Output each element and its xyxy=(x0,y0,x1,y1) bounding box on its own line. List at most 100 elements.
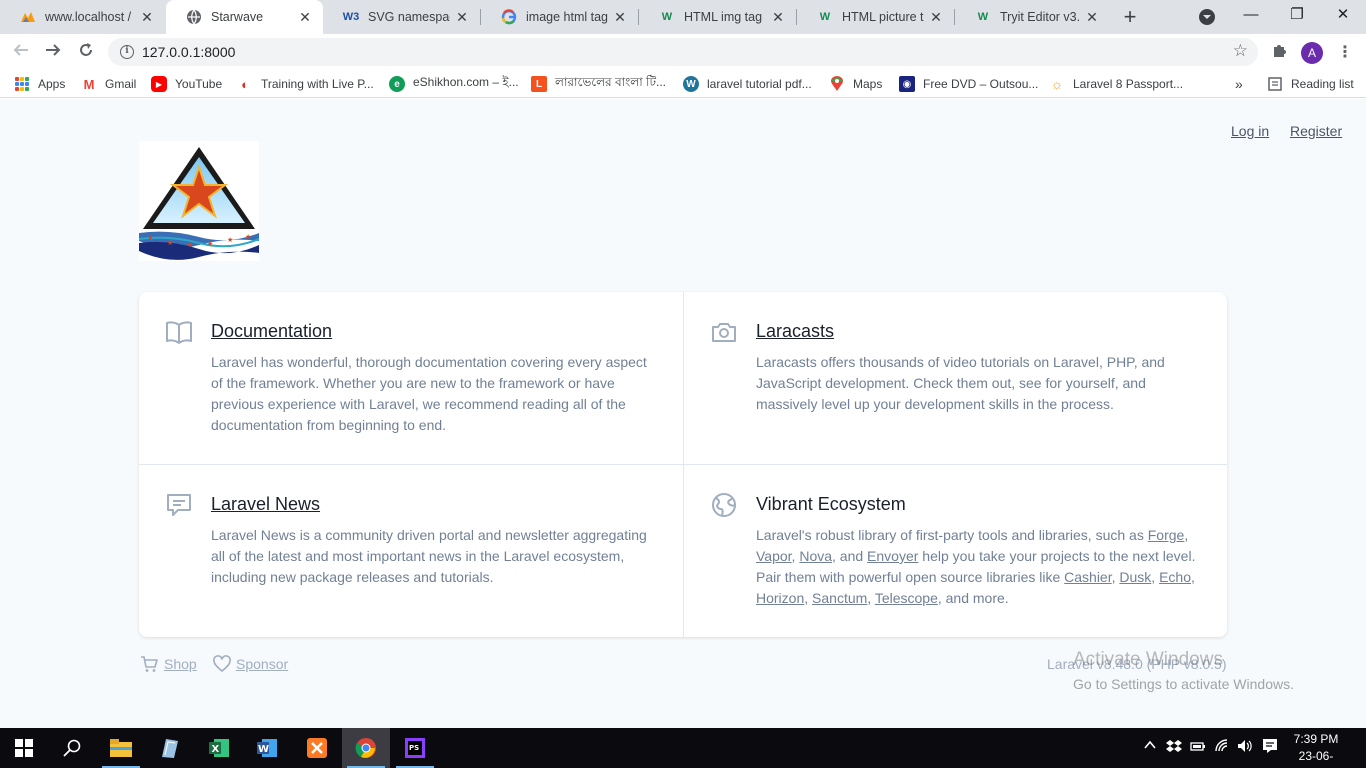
activate-windows-watermark: Activate Windows xyxy=(1073,649,1223,670)
new-tab-button[interactable]: + xyxy=(1118,3,1142,31)
taskbar-chrome[interactable] xyxy=(342,728,390,768)
documentation-description: Laravel has wonderful, thorough document… xyxy=(211,354,647,433)
taskbar-excel[interactable]: X xyxy=(195,728,243,768)
notepad-icon xyxy=(162,739,178,758)
volume-icon[interactable] xyxy=(1237,738,1253,757)
close-icon[interactable]: ✕ xyxy=(454,9,470,26)
maximize-button[interactable]: ❐ xyxy=(1274,0,1320,32)
reading-list-label: Reading list xyxy=(1291,77,1354,91)
nova-link[interactable]: Nova xyxy=(799,548,832,564)
sponsor-link[interactable]: Sponsor xyxy=(213,655,288,673)
shop-link[interactable]: Shop xyxy=(140,655,197,673)
arrow-left-icon xyxy=(13,44,28,56)
taskbar-notepad[interactable] xyxy=(145,728,193,768)
text: , xyxy=(867,590,875,606)
bookmarks-bar: Apps M Gmail ▶ YouTube ◐ Training with L… xyxy=(0,70,1366,98)
search-icon xyxy=(63,739,81,757)
documentation-link[interactable]: Documentation xyxy=(211,318,332,344)
echo-link[interactable]: Echo xyxy=(1159,569,1191,585)
forge-link[interactable]: Forge xyxy=(1148,527,1185,543)
dropbox-icon[interactable] xyxy=(1166,738,1182,757)
tab-html-img[interactable]: W HTML img tag ✕ xyxy=(639,0,796,34)
close-window-button[interactable]: ✕ xyxy=(1320,0,1366,32)
horizon-link[interactable]: Horizon xyxy=(756,590,804,606)
reading-list-button[interactable]: Reading list xyxy=(1267,75,1354,93)
envoyer-link[interactable]: Envoyer xyxy=(867,548,918,564)
svg-text:★: ★ xyxy=(147,234,153,242)
laravel-news-link[interactable]: Laravel News xyxy=(211,491,320,517)
close-icon[interactable]: ✕ xyxy=(612,9,628,26)
bookmark-eshikhon[interactable]: e eShikhon.com – ই... xyxy=(389,75,519,93)
tab-tryit-editor[interactable]: W Tryit Editor v3.6 ✕ xyxy=(955,0,1110,34)
divider xyxy=(139,464,1227,465)
minimize-button[interactable]: — xyxy=(1228,0,1274,32)
bookmark-laravel-passport[interactable]: ☼ Laravel 8 Passport... xyxy=(1049,75,1183,93)
close-icon[interactable]: ✕ xyxy=(139,9,155,26)
w3docs-icon: W xyxy=(661,11,673,23)
bookmark-maps[interactable]: Maps xyxy=(829,75,882,93)
taskbar-clock[interactable]: 7:39 PM 23-06-2021 xyxy=(1286,731,1346,768)
bookmark-laravel-bangla[interactable]: L লারাভেলের বাংলা টি... xyxy=(531,75,666,93)
tray-chevron-icon[interactable] xyxy=(1143,738,1157,755)
svg-text:X: X xyxy=(212,744,220,755)
address-bar[interactable]: i 127.0.0.1:8000 ☆ xyxy=(108,38,1258,66)
bookmark-apps[interactable]: Apps xyxy=(15,75,65,93)
close-icon[interactable]: ✕ xyxy=(1084,9,1100,26)
start-button[interactable] xyxy=(0,728,48,768)
url-text[interactable]: 127.0.0.1:8000 xyxy=(142,44,235,60)
svg-text:★: ★ xyxy=(245,233,251,241)
training-icon: ◐ xyxy=(237,76,253,92)
bookmark-training[interactable]: ◐ Training with Live P... xyxy=(237,75,374,93)
battery-icon[interactable] xyxy=(1190,738,1206,757)
search-button[interactable] xyxy=(48,728,96,768)
info-icon[interactable]: i xyxy=(120,45,134,59)
bookmark-free-dvd[interactable]: ◉ Free DVD – Outsou... xyxy=(899,75,1038,93)
w3docs-icon: W xyxy=(819,11,831,23)
extensions-icon[interactable] xyxy=(1271,42,1287,63)
gmail-icon: M xyxy=(81,76,97,92)
register-link[interactable]: Register xyxy=(1290,123,1342,139)
tab-html-picture[interactable]: W HTML picture tag ✕ xyxy=(797,0,954,34)
bookmark-label: eShikhon.com – ই... xyxy=(413,75,519,89)
tab-svg-namespace[interactable]: W3 SVG namespace ✕ xyxy=(323,0,480,34)
wifi-icon[interactable] xyxy=(1214,738,1230,757)
cashier-link[interactable]: Cashier xyxy=(1064,569,1111,585)
dusk-link[interactable]: Dusk xyxy=(1119,569,1151,585)
menu-icon[interactable]: ⋮ xyxy=(1337,42,1353,62)
notifications-icon[interactable] xyxy=(1262,738,1278,757)
taskbar-phpstorm[interactable]: PS xyxy=(391,728,439,768)
reload-button[interactable] xyxy=(75,41,97,63)
activate-windows-subtext: Go to Settings to activate Windows. xyxy=(1073,676,1294,692)
telescope-link[interactable]: Telescope xyxy=(875,590,938,606)
shop-label: Shop xyxy=(164,656,197,672)
taskbar-xampp[interactable] xyxy=(293,728,341,768)
svg-text:W: W xyxy=(258,744,269,755)
bookmark-youtube[interactable]: ▶ YouTube xyxy=(151,75,222,93)
close-icon[interactable]: ✕ xyxy=(770,9,786,26)
close-icon[interactable]: ✕ xyxy=(928,9,944,26)
tab-label: Starwave xyxy=(211,10,264,24)
bookmark-gmail[interactable]: M Gmail xyxy=(81,75,136,93)
profile-avatar[interactable]: A xyxy=(1301,42,1323,64)
tab-image-html[interactable]: image html tag - ✕ xyxy=(481,0,638,34)
bookmarks-overflow-button[interactable]: » xyxy=(1235,75,1243,93)
xampp-icon xyxy=(307,738,327,758)
globe-icon xyxy=(186,9,202,25)
vapor-link[interactable]: Vapor xyxy=(756,548,792,564)
login-link[interactable]: Log in xyxy=(1231,123,1269,139)
bookmark-star-icon[interactable]: ☆ xyxy=(1233,41,1248,61)
tab-localhost[interactable]: www.localhost / 1 ✕ xyxy=(0,0,165,34)
taskbar-word[interactable]: W xyxy=(243,728,291,768)
laracasts-link[interactable]: Laracasts xyxy=(756,318,834,344)
tab-starwave[interactable]: Starwave ✕ xyxy=(166,0,323,34)
sanctum-link[interactable]: Sanctum xyxy=(812,590,867,606)
close-icon[interactable]: ✕ xyxy=(297,9,313,26)
bookmark-laravel-tutorial[interactable]: W laravel tutorial pdf... xyxy=(683,75,812,93)
forward-button[interactable] xyxy=(42,41,64,63)
back-button[interactable] xyxy=(10,41,32,63)
features-card: Documentation Laravel has wonderful, tho… xyxy=(139,292,1227,637)
tab-search-icon[interactable] xyxy=(1199,9,1215,25)
taskbar-file-explorer[interactable] xyxy=(97,728,145,768)
laravel-news-description: Laravel News is a community driven porta… xyxy=(211,527,647,585)
file-explorer-icon xyxy=(110,739,132,757)
